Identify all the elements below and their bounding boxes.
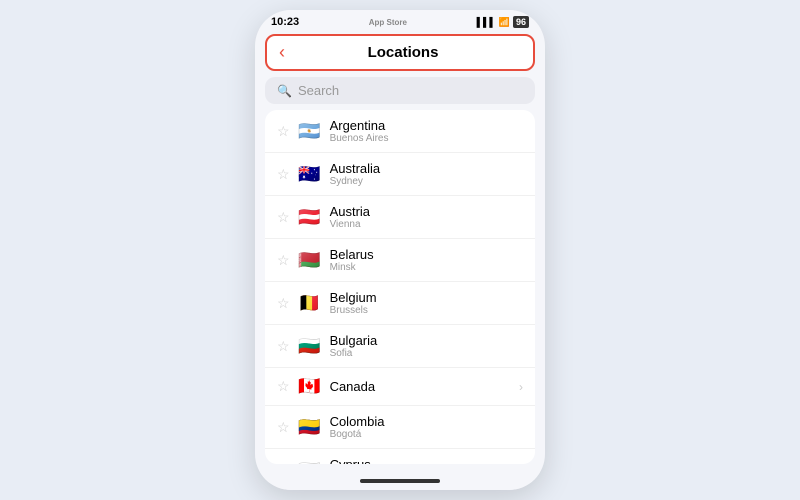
country-city: Sofia (330, 348, 523, 359)
country-info: Australia Sydney (330, 161, 523, 187)
list-item[interactable]: ☆ 🇧🇾 Belarus Minsk (265, 239, 535, 282)
country-info: Cyprus Limassol (330, 457, 523, 464)
list-item[interactable]: ☆ 🇧🇬 Bulgaria Sofia (265, 325, 535, 368)
wifi-icon: 📶 (499, 17, 510, 28)
country-city: Buenos Aires (330, 133, 523, 144)
country-name: Bulgaria (330, 333, 523, 348)
country-flag: 🇦🇺 (298, 164, 322, 185)
country-info: Argentina Buenos Aires (330, 118, 523, 144)
country-city: Bogotá (330, 429, 523, 440)
country-flag: 🇧🇪 (298, 293, 322, 314)
country-flag: 🇨🇾 (298, 460, 322, 465)
favorite-star-icon[interactable]: ☆ (277, 462, 290, 465)
country-name: Austria (330, 204, 523, 219)
favorite-star-icon[interactable]: ☆ (277, 123, 290, 140)
status-icons: ▌▌▌ 📶 96 (477, 16, 529, 28)
page-title: Locations (285, 44, 521, 61)
list-item[interactable]: ☆ 🇨🇾 Cyprus Limassol (265, 449, 535, 464)
country-name: Australia (330, 161, 523, 176)
search-icon: 🔍 (277, 84, 292, 98)
location-list: ☆ 🇦🇷 Argentina Buenos Aires ☆ 🇦🇺 Austral… (265, 110, 535, 464)
country-name: Belarus (330, 247, 523, 262)
country-info: Colombia Bogotá (330, 414, 523, 440)
country-city: Sydney (330, 176, 523, 187)
search-bar[interactable]: 🔍 Search (265, 77, 535, 104)
favorite-star-icon[interactable]: ☆ (277, 378, 290, 395)
country-info: Austria Vienna (330, 204, 523, 230)
nav-header: ‹ Locations (265, 34, 535, 71)
list-item[interactable]: ☆ 🇦🇷 Argentina Buenos Aires (265, 110, 535, 153)
country-name: Argentina (330, 118, 523, 133)
country-flag: 🇨🇦 (298, 376, 322, 397)
status-store: App Store (369, 18, 407, 27)
country-name: Belgium (330, 290, 523, 305)
country-name: Colombia (330, 414, 523, 429)
favorite-star-icon[interactable]: ☆ (277, 338, 290, 355)
country-info: Belarus Minsk (330, 247, 523, 273)
country-info: Canada (330, 379, 511, 394)
bottom-bar (255, 472, 545, 490)
country-city: Brussels (330, 305, 523, 316)
list-item[interactable]: ☆ 🇦🇺 Australia Sydney (265, 153, 535, 196)
signal-icon: ▌▌▌ (477, 17, 496, 27)
chevron-right-icon: › (519, 380, 523, 394)
battery-level: 96 (513, 16, 529, 28)
country-city: Vienna (330, 219, 523, 230)
favorite-star-icon[interactable]: ☆ (277, 209, 290, 226)
country-name: Canada (330, 379, 511, 394)
list-item[interactable]: ☆ 🇨🇴 Colombia Bogotá (265, 406, 535, 449)
country-info: Bulgaria Sofia (330, 333, 523, 359)
status-bar: 10:23 App Store ▌▌▌ 📶 96 (255, 10, 545, 30)
status-time: 10:23 (271, 16, 299, 28)
search-input[interactable]: Search (298, 83, 339, 98)
country-name: Cyprus (330, 457, 523, 464)
country-city: Minsk (330, 262, 523, 273)
favorite-star-icon[interactable]: ☆ (277, 419, 290, 436)
country-info: Belgium Brussels (330, 290, 523, 316)
phone-frame: 10:23 App Store ▌▌▌ 📶 96 ‹ Locations 🔍 S… (255, 10, 545, 490)
favorite-star-icon[interactable]: ☆ (277, 252, 290, 269)
list-item[interactable]: ☆ 🇦🇹 Austria Vienna (265, 196, 535, 239)
favorite-star-icon[interactable]: ☆ (277, 166, 290, 183)
country-flag: 🇨🇴 (298, 417, 322, 438)
country-flag: 🇦🇹 (298, 207, 322, 228)
favorite-star-icon[interactable]: ☆ (277, 295, 290, 312)
country-flag: 🇦🇷 (298, 121, 322, 142)
list-item[interactable]: ☆ 🇨🇦 Canada › (265, 368, 535, 406)
country-flag: 🇧🇾 (298, 250, 322, 271)
home-indicator (360, 479, 440, 483)
list-item[interactable]: ☆ 🇧🇪 Belgium Brussels (265, 282, 535, 325)
country-flag: 🇧🇬 (298, 336, 322, 357)
